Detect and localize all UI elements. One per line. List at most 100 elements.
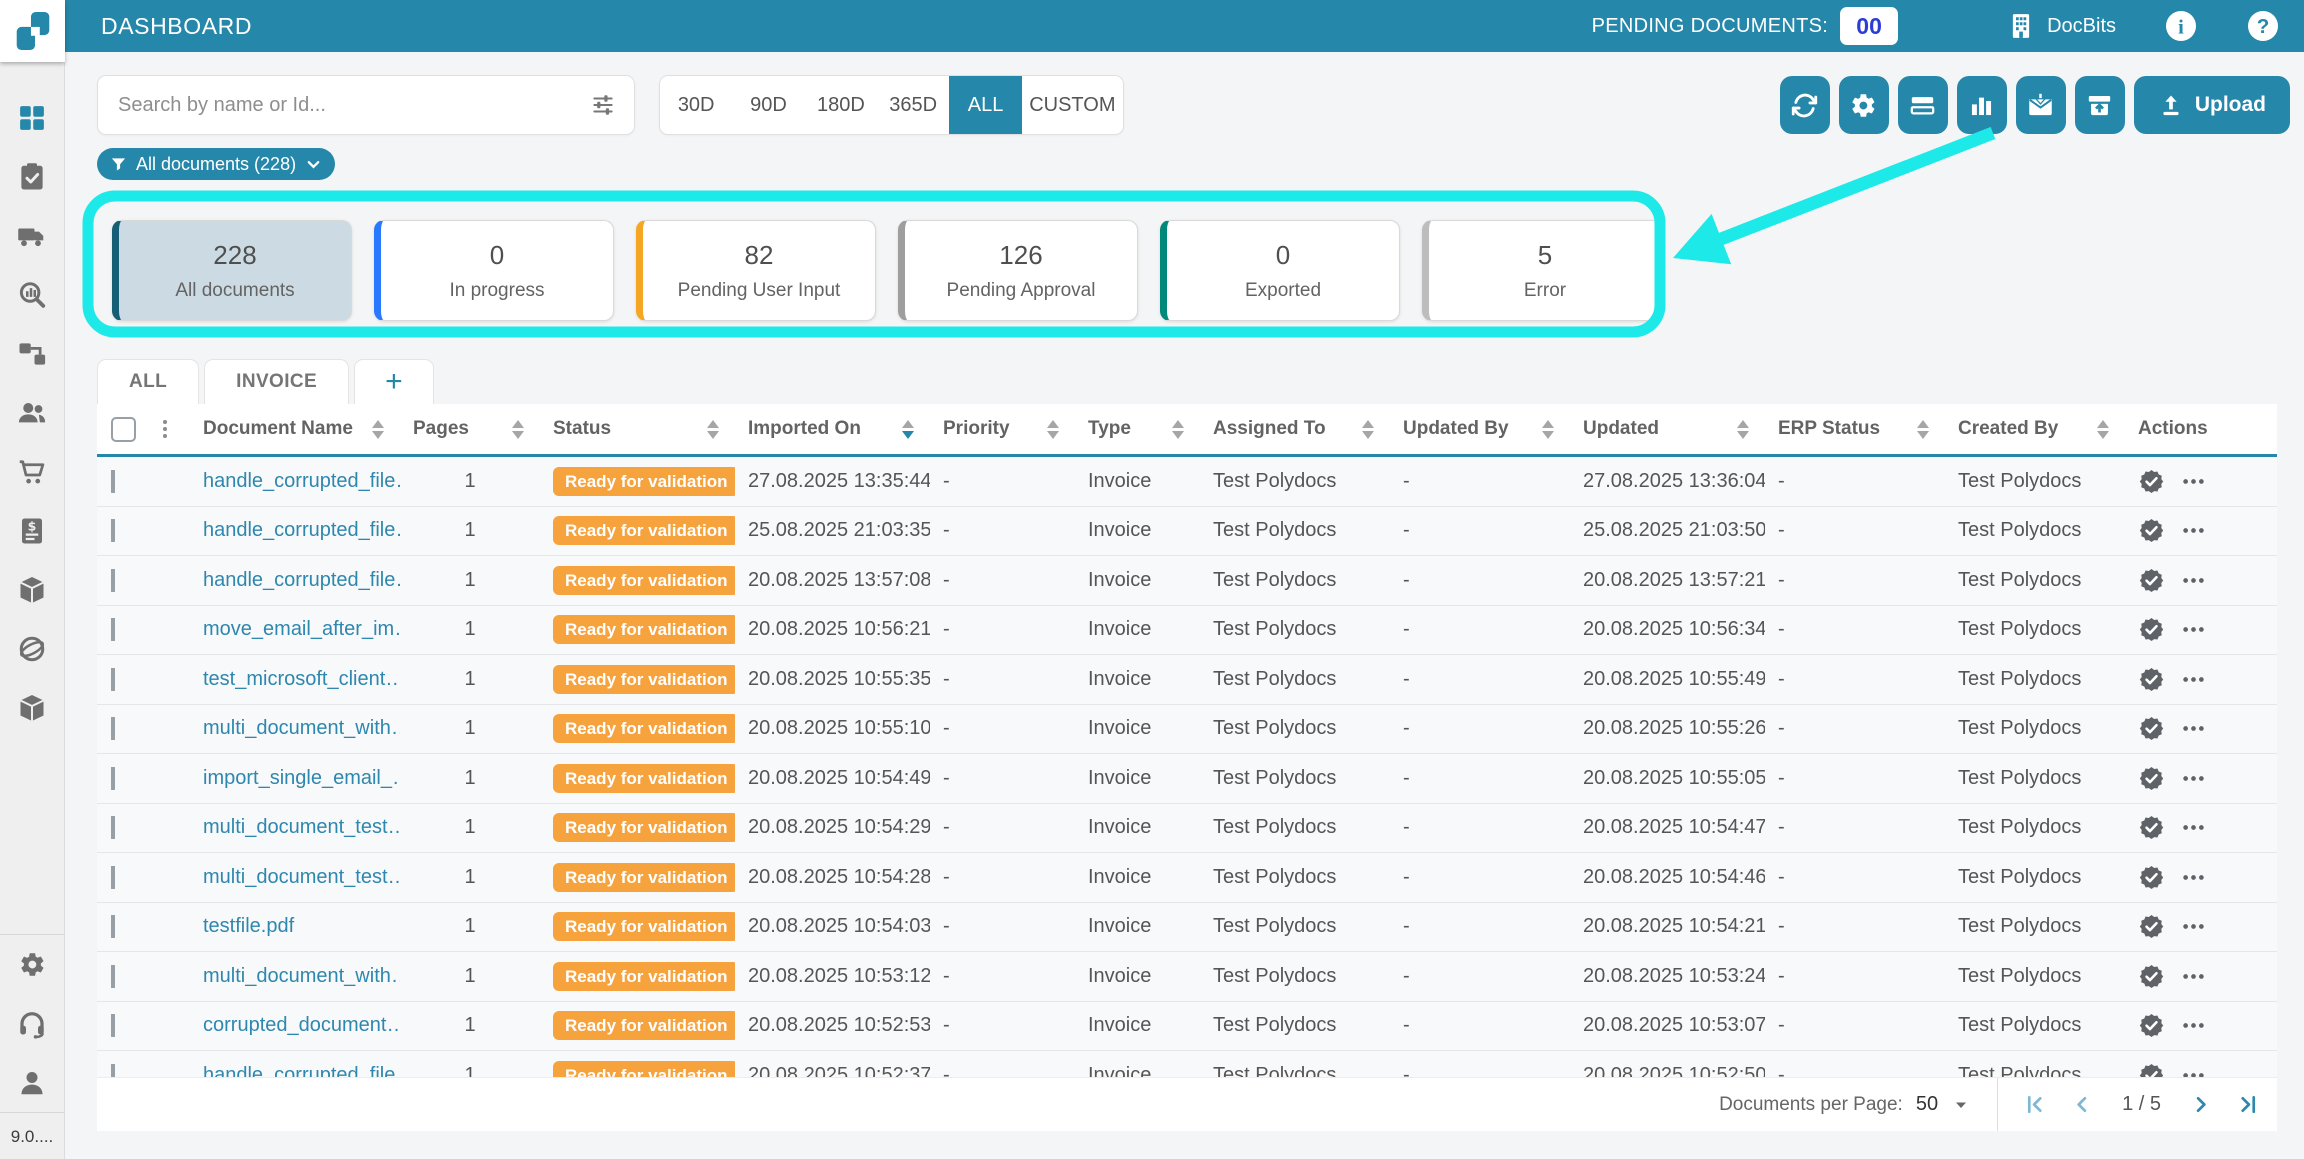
column-header-created-by[interactable]: Created By <box>1945 418 2125 440</box>
row-checkbox[interactable] <box>111 767 115 790</box>
info-icon[interactable]: i <box>2164 9 2198 43</box>
row-checkbox[interactable] <box>111 866 115 889</box>
document-name-link[interactable]: multi_document_test… <box>190 816 400 839</box>
sidebar-item-profile[interactable] <box>0 1053 64 1112</box>
per-page-caret-icon[interactable] <box>1951 1095 1971 1115</box>
column-header-updated-by[interactable]: Updated By <box>1390 418 1570 440</box>
sidebar-item-integrations[interactable] <box>17 619 47 678</box>
first-page-button[interactable] <box>2024 1093 2047 1116</box>
validate-action-icon[interactable] <box>2138 913 2165 940</box>
validate-action-icon[interactable] <box>2138 963 2165 990</box>
row-checkbox[interactable] <box>111 816 115 839</box>
select-all-checkbox[interactable] <box>111 417 136 442</box>
more-actions-icon[interactable] <box>2180 715 2207 742</box>
time-filter-all[interactable]: ALL <box>949 76 1021 134</box>
more-actions-icon[interactable] <box>2180 1062 2207 1077</box>
sync-button[interactable] <box>1780 76 1830 134</box>
row-checkbox[interactable] <box>111 519 115 542</box>
sidebar-item-dashboard[interactable] <box>17 88 47 147</box>
document-name-link[interactable]: handle_corrupted_file… <box>190 519 400 542</box>
app-logo[interactable] <box>0 0 65 62</box>
kebab-menu-icon[interactable] <box>153 417 177 441</box>
status-card-pending-approval[interactable]: 126 Pending Approval <box>898 220 1138 321</box>
row-checkbox[interactable] <box>111 717 115 740</box>
validate-action-icon[interactable] <box>2138 814 2165 841</box>
search-input[interactable] <box>116 93 590 118</box>
sidebar-item-settings[interactable] <box>0 935 64 994</box>
document-name-link[interactable]: move_email_after_im… <box>190 618 400 641</box>
time-filter-custom[interactable]: CUSTOM <box>1022 76 1123 134</box>
tab-all[interactable]: ALL <box>97 359 199 404</box>
document-name-link[interactable]: testfile.pdf <box>190 915 400 938</box>
more-actions-icon[interactable] <box>2180 666 2207 693</box>
row-checkbox[interactable] <box>111 1014 115 1037</box>
sidebar-item-packages[interactable] <box>17 560 47 619</box>
column-header-document-name[interactable]: Document Name <box>190 418 400 440</box>
validate-action-icon[interactable] <box>2138 567 2165 594</box>
bar-chart-button[interactable] <box>1957 76 2007 134</box>
prev-page-button[interactable] <box>2071 1093 2094 1116</box>
archive-up-button[interactable] <box>2075 76 2125 134</box>
status-card-all-documents[interactable]: 228 All documents <box>112 220 352 321</box>
time-filter-30d[interactable]: 30D <box>660 76 732 134</box>
filter-tune-icon[interactable] <box>590 92 616 118</box>
validate-action-icon[interactable] <box>2138 864 2165 891</box>
all-documents-filter-chip[interactable]: All documents (228) <box>97 148 335 180</box>
add-tab-button[interactable]: + <box>354 359 434 404</box>
sidebar-item-tasks[interactable] <box>17 147 47 206</box>
row-checkbox[interactable] <box>111 618 115 641</box>
sidebar-item-invoices[interactable]: $ <box>17 501 47 560</box>
document-name-link[interactable]: handle_corrupted_file… <box>190 470 400 493</box>
row-checkbox[interactable] <box>111 470 115 493</box>
row-checkbox[interactable] <box>111 1064 115 1077</box>
status-card-in-progress[interactable]: 0 In progress <box>374 220 614 321</box>
validate-action-icon[interactable] <box>2138 517 2165 544</box>
more-actions-icon[interactable] <box>2180 517 2207 544</box>
time-filter-90d[interactable]: 90D <box>732 76 804 134</box>
more-actions-icon[interactable] <box>2180 864 2207 891</box>
row-checkbox[interactable] <box>111 569 115 592</box>
sidebar-item-purchase-orders[interactable] <box>17 442 47 501</box>
column-header-priority[interactable]: Priority <box>930 418 1075 440</box>
more-actions-icon[interactable] <box>2180 814 2207 841</box>
column-header-assigned-to[interactable]: Assigned To <box>1200 418 1390 440</box>
validate-action-icon[interactable] <box>2138 1012 2165 1039</box>
document-name-link[interactable]: test_microsoft_client… <box>190 668 400 691</box>
next-page-button[interactable] <box>2189 1093 2212 1116</box>
row-checkbox[interactable] <box>111 915 115 938</box>
column-header-erp-status[interactable]: ERP Status <box>1765 418 1945 440</box>
column-header-status[interactable]: Status <box>540 418 735 440</box>
sidebar-item-users[interactable] <box>17 383 47 442</box>
document-name-link[interactable]: handle_corrupted_file… <box>190 1064 400 1077</box>
more-actions-icon[interactable] <box>2180 567 2207 594</box>
status-card-error[interactable]: 5 Error <box>1422 220 1662 321</box>
validate-action-icon[interactable] <box>2138 666 2165 693</box>
last-page-button[interactable] <box>2236 1093 2259 1116</box>
more-actions-icon[interactable] <box>2180 616 2207 643</box>
column-header-updated[interactable]: Updated <box>1570 418 1765 440</box>
validate-action-icon[interactable] <box>2138 715 2165 742</box>
help-icon[interactable]: ? <box>2246 9 2280 43</box>
sidebar-item-support[interactable] <box>0 994 64 1053</box>
document-name-link[interactable]: multi_document_with… <box>190 965 400 988</box>
column-header-pages[interactable]: Pages <box>400 418 540 440</box>
scanner-button[interactable] <box>1898 76 1948 134</box>
sidebar-item-products[interactable] <box>17 678 47 737</box>
time-filter-180d[interactable]: 180D <box>805 76 877 134</box>
column-header-imported-on[interactable]: Imported On <box>735 418 930 440</box>
document-name-link[interactable]: import_single_email_… <box>190 767 400 790</box>
row-checkbox[interactable] <box>111 965 115 988</box>
row-checkbox[interactable] <box>111 668 115 691</box>
status-card-exported[interactable]: 0 Exported <box>1160 220 1400 321</box>
validate-action-icon[interactable] <box>2138 468 2165 495</box>
document-name-link[interactable]: corrupted_document… <box>190 1014 400 1037</box>
validate-action-icon[interactable] <box>2138 1062 2165 1077</box>
more-actions-icon[interactable] <box>2180 1012 2207 1039</box>
document-name-link[interactable]: handle_corrupted_file… <box>190 569 400 592</box>
status-card-pending-user-input[interactable]: 82 Pending User Input <box>636 220 876 321</box>
validate-action-icon[interactable] <box>2138 616 2165 643</box>
document-name-link[interactable]: multi_document_with… <box>190 717 400 740</box>
column-header-type[interactable]: Type <box>1075 418 1200 440</box>
more-actions-icon[interactable] <box>2180 913 2207 940</box>
more-actions-icon[interactable] <box>2180 765 2207 792</box>
